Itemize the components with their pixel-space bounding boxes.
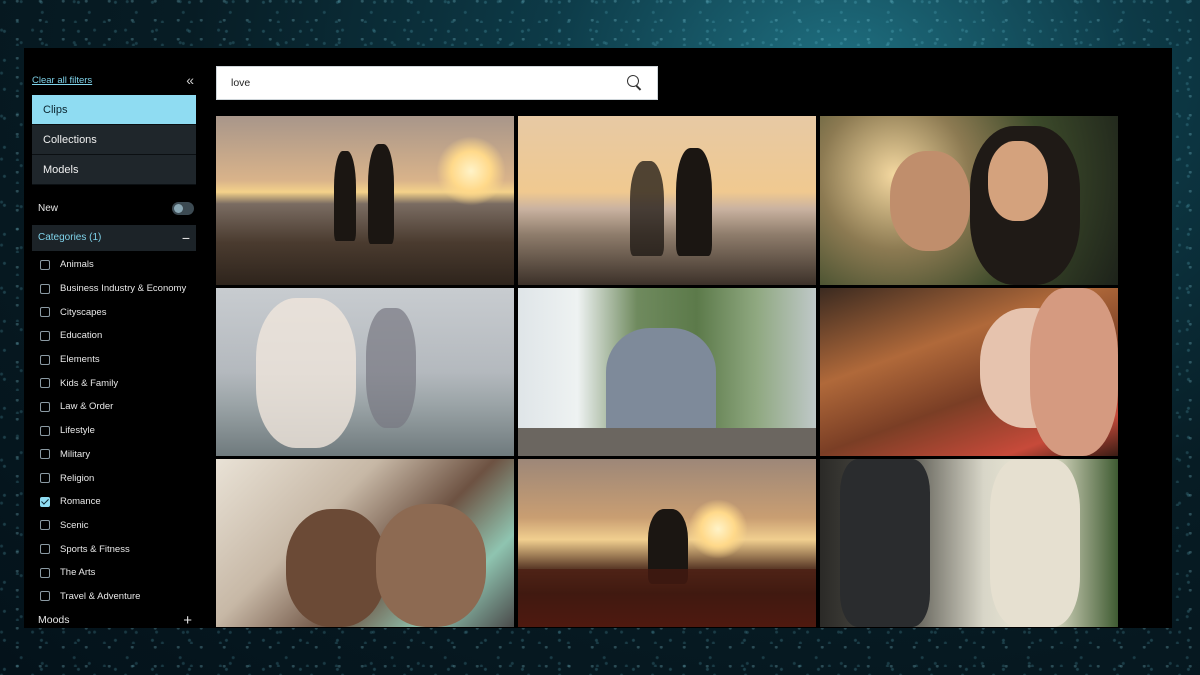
category-label: Lifestyle <box>60 425 95 437</box>
category-item[interactable]: Kids & Family <box>32 371 196 395</box>
category-item[interactable]: Sports & Fitness <box>32 537 196 561</box>
category-label: Education <box>60 330 103 342</box>
category-item[interactable]: Military <box>32 443 196 467</box>
category-label: Business Industry & Economy <box>60 283 187 295</box>
moods-label: Moods <box>38 614 70 627</box>
category-label: The Arts <box>60 567 96 579</box>
clip-thumbnail-couple-kiss-silhouette[interactable] <box>518 459 816 627</box>
tab-models[interactable]: Models <box>32 155 196 185</box>
category-label: Elements <box>60 354 100 366</box>
category-checkbox[interactable] <box>40 473 50 484</box>
category-label: Romance <box>60 496 101 508</box>
clear-all-filters-link[interactable]: Clear all filters <box>32 75 92 86</box>
category-checkbox[interactable] <box>40 259 50 270</box>
category-checkbox[interactable] <box>40 567 50 578</box>
category-item[interactable]: Education <box>32 324 196 348</box>
clip-thumbnail-couple-running-surf[interactable] <box>216 288 514 456</box>
category-checkbox[interactable] <box>40 401 50 412</box>
plus-icon: + <box>183 611 192 629</box>
minus-icon: − <box>181 230 190 246</box>
new-filter-label: New <box>38 202 59 214</box>
sidebar-header: Clear all filters « <box>32 66 196 94</box>
category-item[interactable]: Animals <box>32 253 196 277</box>
category-checkbox[interactable] <box>40 283 50 294</box>
category-checkbox[interactable] <box>40 330 50 341</box>
category-label: Law & Order <box>60 401 114 413</box>
search-input[interactable]: love <box>231 77 627 89</box>
category-checkbox[interactable] <box>40 378 50 389</box>
category-checkbox[interactable] <box>40 496 50 507</box>
clip-thumbnail-elderly-couple-sunset[interactable] <box>820 288 1118 456</box>
clip-thumbnail-couple-holding-hands[interactable] <box>820 459 1118 627</box>
filter-sidebar: Clear all filters « Clips Collections Mode… <box>24 48 202 631</box>
category-item[interactable]: Law & Order <box>32 395 196 419</box>
clip-thumbnail-laughing-couple-sofa[interactable] <box>216 459 514 627</box>
categories-header[interactable]: Categories (1) − <box>32 225 196 251</box>
category-label: Cityscapes <box>60 306 107 318</box>
category-checkbox[interactable] <box>40 354 50 365</box>
results-area: love <box>202 48 1172 628</box>
category-item[interactable]: Elements <box>32 348 196 372</box>
app-window: Clear all filters « Clips Collections Mode… <box>24 48 1172 631</box>
category-label: Religion <box>60 472 95 484</box>
category-checkbox[interactable] <box>40 591 50 602</box>
tab-collections[interactable]: Collections <box>32 125 196 155</box>
category-item[interactable]: Business Industry & Economy <box>32 277 196 301</box>
category-item[interactable]: The Arts <box>32 561 196 585</box>
category-checkbox[interactable] <box>40 307 50 318</box>
search-icon[interactable] <box>627 75 643 91</box>
category-item[interactable]: Cityscapes <box>32 300 196 324</box>
category-item[interactable]: Scenic <box>32 514 196 538</box>
new-toggle[interactable] <box>172 201 194 215</box>
category-item[interactable]: Travel & Adventure <box>32 585 196 609</box>
category-checkbox[interactable] <box>40 520 50 531</box>
category-item[interactable]: Lifestyle <box>32 419 196 443</box>
category-label: Kids & Family <box>60 377 119 389</box>
category-checkbox[interactable] <box>40 449 50 460</box>
category-checkbox[interactable] <box>40 544 50 555</box>
category-checkbox[interactable] <box>40 425 50 436</box>
category-label: Animals <box>60 259 94 271</box>
category-label: Sports & Fitness <box>60 543 130 555</box>
category-item[interactable]: Romance <box>32 490 196 514</box>
category-list: Animals Business Industry & Economy Citysc… <box>32 253 196 608</box>
clip-thumbnail-couple-beach-walk[interactable] <box>216 116 514 285</box>
content-type-tabs: Clips Collections Models <box>32 95 196 185</box>
tab-clips[interactable]: Clips <box>32 95 196 125</box>
category-label: Military <box>60 448 91 460</box>
category-label: Scenic <box>60 519 89 531</box>
clip-thumbnail-couple-beach-birds[interactable] <box>518 116 816 285</box>
new-filter-row: New <box>32 199 196 217</box>
category-label: Travel & Adventure <box>60 590 141 602</box>
moods-section-header[interactable]: Moods + <box>32 609 196 631</box>
clip-grid <box>216 116 1172 627</box>
double-chevron-left-icon[interactable]: « <box>186 72 196 88</box>
search-bar[interactable]: love <box>216 66 658 100</box>
clip-thumbnail-smiling-couple-closeup[interactable] <box>820 116 1118 285</box>
category-item[interactable]: Religion <box>32 466 196 490</box>
clip-thumbnail-couple-porch-hug[interactable] <box>518 288 816 456</box>
categories-header-label: Categories (1) <box>38 232 102 243</box>
